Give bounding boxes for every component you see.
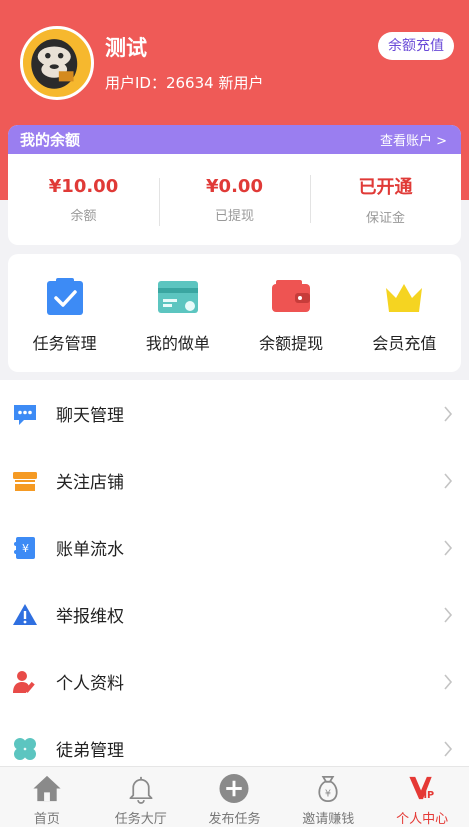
chevron-right-icon: [444, 539, 453, 556]
clover-icon: [14, 737, 36, 760]
quick-item-my-orders[interactable]: 我的做单: [121, 254, 234, 372]
username: 测试: [105, 36, 147, 60]
withdrawn-value: ¥0.00: [206, 175, 263, 197]
menu-item-profile[interactable]: 个人资料: [0, 648, 469, 715]
balance-stat: ¥10.00 余额: [8, 176, 159, 224]
profile-page: 测试 用户ID：26634 新用户 余额充值 我的余额 查看账户 > ¥10.0…: [0, 0, 469, 827]
home-icon: [33, 775, 61, 802]
menu-label: 关注店铺: [56, 473, 124, 493]
tab-invite-earn[interactable]: ¥ 邀请赚钱: [281, 767, 375, 827]
balance-label: 余额: [70, 208, 97, 224]
wallet-icon: [272, 280, 311, 312]
deposit-stat: 已开通 保证金: [310, 173, 461, 226]
avatar[interactable]: [20, 26, 94, 100]
withdrawn-label: 已提现: [214, 208, 254, 224]
tab-home[interactable]: 首页: [0, 767, 94, 827]
chat-icon: [14, 404, 36, 425]
plus-icon: [219, 773, 250, 804]
crown-icon: [386, 284, 423, 312]
quick-item-task-management[interactable]: 任务管理: [8, 254, 121, 372]
quick-item-label: 任务管理: [32, 334, 97, 353]
balance-header: 我的余额 查看账户 >: [8, 125, 461, 154]
tab-label: 个人中心: [396, 812, 449, 827]
view-account-link[interactable]: 查看账户 >: [380, 130, 447, 149]
bell-icon: [129, 776, 153, 804]
menu-label: 聊天管理: [56, 406, 124, 426]
balance-stats: ¥10.00 余额 ¥0.00 已提现 已开通 保证金: [8, 154, 461, 245]
tab-task-hall[interactable]: 任务大厅: [94, 767, 188, 827]
gorilla-avatar-icon: [23, 29, 86, 92]
quick-item-vip-recharge[interactable]: 会员充值: [348, 254, 461, 372]
tab-label: 任务大厅: [114, 812, 167, 827]
menu-item-report[interactable]: 举报维权: [0, 581, 469, 648]
deposit-label: 保证金: [365, 211, 405, 226]
chevron-right-icon: [444, 472, 453, 489]
bottom-tabbar: 首页 任务大厅 发布任务 ¥ 邀请赚钱 IP 个人中心: [0, 766, 469, 827]
withdrawn-stat: ¥0.00 已提现: [159, 175, 310, 226]
menu-item-bill-flow[interactable]: ¥ 账单流水: [0, 514, 469, 581]
quick-actions: 任务管理 我的做单 余额提现 会员充值: [8, 254, 461, 372]
quick-item-withdraw[interactable]: 余额提现: [235, 254, 348, 372]
vip-icon: IP: [409, 776, 435, 801]
tab-label: 邀请赚钱: [302, 812, 355, 827]
menu-label: 举报维权: [56, 607, 124, 627]
tab-personal-center[interactable]: IP 个人中心: [375, 767, 469, 827]
bill-icon: ¥: [14, 536, 35, 559]
balance-title: 我的余额: [20, 131, 81, 149]
warning-icon: [13, 603, 37, 625]
chevron-right-icon: [444, 673, 453, 690]
svg-text:¥: ¥: [22, 542, 29, 555]
menu-label: 徒弟管理: [56, 741, 124, 761]
tab-label: 首页: [33, 812, 60, 827]
tab-label: 发布任务: [208, 812, 261, 827]
recharge-button[interactable]: 余额充值: [378, 32, 454, 60]
card-icon: [157, 281, 198, 313]
profile-icon: [13, 670, 35, 693]
menu-label: 账单流水: [56, 540, 124, 560]
deposit-value: 已开通: [358, 177, 413, 198]
user-id: 用户ID：26634 新用户: [105, 74, 264, 92]
balance-value: ¥10.00: [48, 175, 119, 197]
tab-publish-task[interactable]: 发布任务: [188, 767, 282, 827]
money-bag-icon: ¥: [318, 776, 338, 802]
menu-label: 个人资料: [56, 674, 124, 694]
task-icon: [46, 278, 83, 315]
chevron-right-icon: [444, 740, 453, 757]
quick-item-label: 我的做单: [145, 334, 210, 353]
quick-item-label: 余额提现: [259, 334, 324, 353]
svg-text:IP: IP: [424, 790, 435, 801]
store-icon: [13, 471, 37, 491]
menu-list: 聊天管理 关注店铺 ¥ 账单流水 举报维权 个人资料 徒弟管理: [0, 380, 469, 782]
menu-item-followed-stores[interactable]: 关注店铺: [0, 447, 469, 514]
chevron-right-icon: [444, 405, 453, 422]
quick-item-label: 会员充值: [372, 334, 437, 353]
balance-card: 我的余额 查看账户 > ¥10.00 余额 ¥0.00 已提现 已开通 保证金: [8, 125, 461, 245]
svg-text:¥: ¥: [325, 788, 331, 799]
menu-item-chat[interactable]: 聊天管理: [0, 380, 469, 447]
chevron-right-icon: [444, 606, 453, 623]
